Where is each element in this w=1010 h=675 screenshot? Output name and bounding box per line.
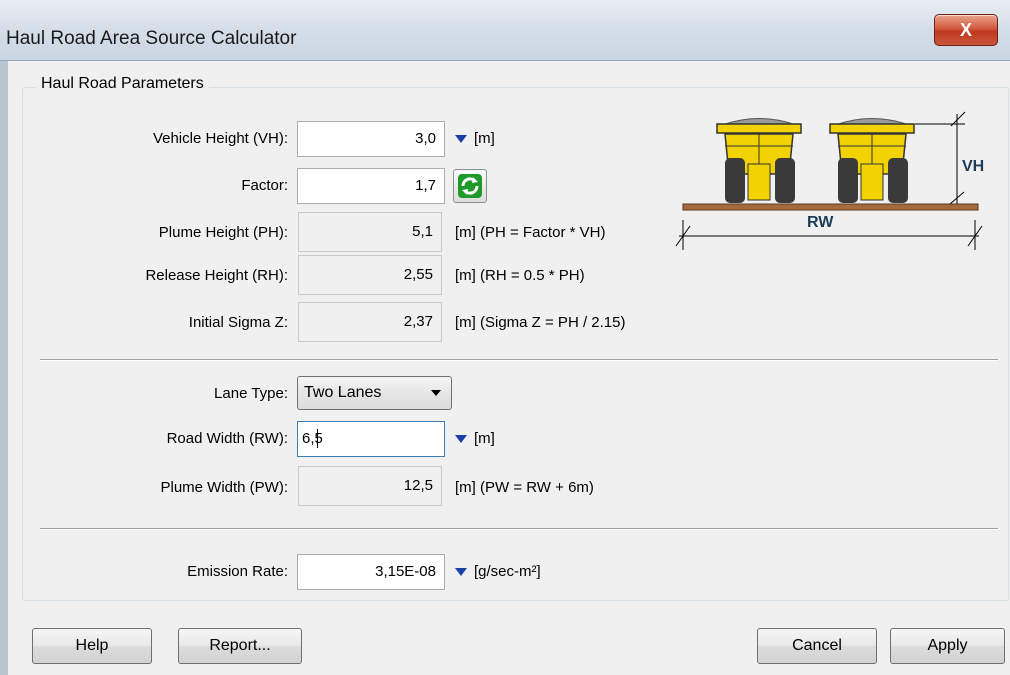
factor-input[interactable]: 1,7	[297, 168, 445, 204]
refresh-icon	[458, 174, 482, 198]
vehicle-height-input[interactable]: 3,0	[297, 121, 445, 157]
factor-label: Factor:	[241, 177, 288, 194]
road-width-unit: [m]	[474, 430, 495, 447]
separator	[40, 359, 998, 361]
road-width-input[interactable]: 6,5	[297, 421, 445, 457]
window-frame-edge	[0, 61, 8, 675]
title-bar[interactable]: Haul Road Area Source Calculator X	[0, 0, 1010, 61]
release-height-value: 2,55	[298, 255, 442, 295]
emission-rate-input[interactable]: 3,15E-08	[297, 554, 445, 590]
vehicle-height-unit: [m]	[474, 130, 495, 147]
cancel-button[interactable]: Cancel	[757, 628, 877, 664]
road-width-label: Road Width (RW):	[166, 430, 288, 447]
road-width-dropdown-icon[interactable]	[455, 435, 467, 443]
close-icon: X	[959, 20, 972, 40]
lane-type-select[interactable]: Two Lanes	[297, 376, 452, 410]
apply-button[interactable]: Apply	[890, 628, 1005, 664]
release-height-unit: [m] (RH = 0.5 * PH)	[455, 267, 585, 284]
plume-width-label: Plume Width (PW):	[160, 479, 288, 496]
help-button[interactable]: Help	[32, 628, 152, 664]
initial-sigma-z-unit: [m] (Sigma Z = PH / 2.15)	[455, 314, 626, 331]
close-button[interactable]: X	[934, 14, 998, 46]
initial-sigma-z-label: Initial Sigma Z:	[188, 314, 288, 331]
release-height-label: Release Height (RH):	[145, 267, 288, 284]
emission-rate-unit: [g/sec-m²]	[474, 563, 541, 580]
plume-height-value: 5,1	[298, 212, 442, 252]
chevron-down-icon	[431, 390, 441, 396]
truck-icon	[829, 118, 915, 203]
plume-height-label: Plume Height (PH):	[158, 224, 288, 241]
window-title: Haul Road Area Source Calculator	[6, 28, 297, 49]
separator	[40, 528, 998, 530]
haul-road-diagram	[675, 111, 983, 250]
lane-type-value: Two Lanes	[304, 384, 382, 401]
vehicle-height-label: Vehicle Height (VH):	[152, 130, 288, 147]
initial-sigma-z-value: 2,37	[298, 302, 442, 342]
plume-width-unit: [m] (PW = RW + 6m)	[455, 479, 594, 496]
text-cursor	[317, 429, 318, 448]
plume-width-value: 12,5	[298, 466, 442, 506]
emission-rate-label: Emission Rate:	[187, 563, 288, 580]
group-legend: Haul Road Parameters	[36, 75, 209, 93]
truck-icon	[716, 118, 802, 203]
lane-type-label: Lane Type:	[214, 385, 288, 402]
emission-rate-dropdown-icon[interactable]	[455, 568, 467, 576]
vh-label: VH	[962, 158, 985, 175]
rw-label: RW	[807, 214, 834, 231]
recalculate-button[interactable]	[453, 169, 487, 203]
vehicle-height-dropdown-icon[interactable]	[455, 135, 467, 143]
report-button[interactable]: Report...	[178, 628, 302, 664]
road-surface	[682, 203, 979, 211]
plume-height-unit: [m] (PH = Factor * VH)	[455, 224, 606, 241]
